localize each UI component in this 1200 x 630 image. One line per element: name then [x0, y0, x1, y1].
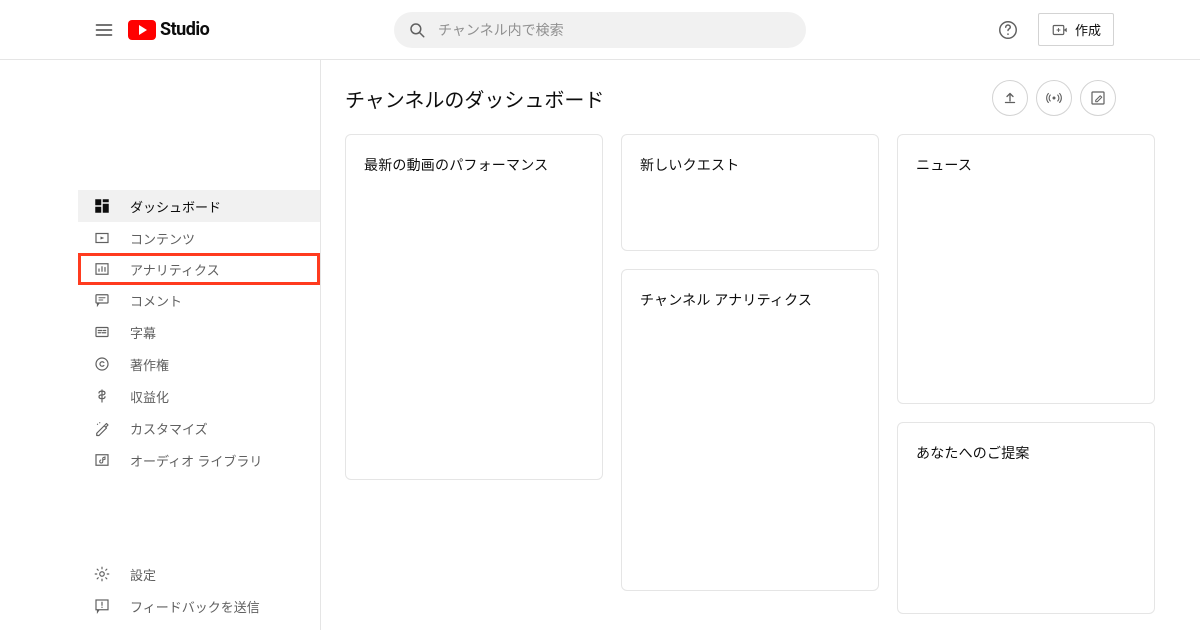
subtitles-icon	[92, 322, 112, 342]
main-content: チャンネルのダッシュボード 最新の動画のパフォーマンス	[321, 60, 1200, 630]
edit-icon	[1089, 89, 1107, 107]
upload-button[interactable]	[992, 80, 1028, 116]
card-suggestions: あなたへのご提案	[897, 422, 1155, 614]
search-container	[394, 12, 806, 48]
card-title: 新しいクエスト	[640, 155, 860, 175]
dashboard-icon	[92, 196, 112, 216]
sidebar-item-dashboard[interactable]: ダッシュボード	[78, 190, 320, 222]
sidebar-item-customize[interactable]: カスタマイズ	[78, 412, 320, 444]
header-actions: 作成	[990, 12, 1114, 48]
sidebar-item-feedback[interactable]: フィードバックを送信	[78, 590, 320, 622]
sidebar-item-label: フィードバックを送信	[130, 597, 260, 616]
body: ダッシュボード コンテンツ アナリティクス コメント 字幕 著作権 収益化 カ	[0, 60, 1200, 630]
page-title: チャンネルのダッシュボード	[345, 84, 604, 113]
main-header: チャンネルのダッシュボード	[345, 80, 1176, 116]
search-bar[interactable]	[394, 12, 806, 48]
help-icon	[997, 19, 1019, 41]
sidebar-item-analytics[interactable]: アナリティクス	[78, 253, 320, 285]
sidebar-item-label: 著作権	[130, 355, 169, 374]
youtube-play-icon	[128, 20, 156, 40]
header: Studio 作成	[0, 0, 1200, 60]
sidebar-item-comments[interactable]: コメント	[78, 284, 320, 316]
create-label: 作成	[1075, 20, 1101, 39]
sidebar-item-label: アナリティクス	[130, 260, 220, 279]
customize-icon	[92, 418, 112, 438]
card-news: ニュース	[897, 134, 1155, 404]
logo[interactable]: Studio	[128, 19, 209, 40]
sidebar-bottom: 設定 フィードバックを送信	[78, 558, 320, 622]
dashboard-cards: 最新の動画のパフォーマンス 新しいクエスト チャンネル アナリティクス ニュース…	[345, 134, 1176, 614]
sidebar-item-audio-library[interactable]: オーディオ ライブラリ	[78, 444, 320, 476]
sidebar-item-monetization[interactable]: 収益化	[78, 380, 320, 412]
create-video-icon	[1051, 21, 1069, 39]
card-new-quest: 新しいクエスト	[621, 134, 879, 251]
sidebar-item-label: 収益化	[130, 387, 169, 406]
card-latest-performance: 最新の動画のパフォーマンス	[345, 134, 603, 480]
audio-library-icon	[92, 450, 112, 470]
go-live-button[interactable]	[1036, 80, 1072, 116]
analytics-icon	[92, 259, 112, 279]
gear-icon	[92, 564, 112, 584]
card-title: ニュース	[916, 155, 1136, 175]
help-button[interactable]	[990, 12, 1026, 48]
menu-toggle-button[interactable]	[92, 18, 116, 42]
sidebar-item-copyright[interactable]: 著作権	[78, 348, 320, 380]
sidebar-item-label: 字幕	[130, 323, 156, 342]
comments-icon	[92, 290, 112, 310]
sidebar-item-settings[interactable]: 設定	[78, 558, 320, 590]
logo-text: Studio	[160, 19, 209, 40]
content-icon	[92, 228, 112, 248]
monetization-icon	[92, 386, 112, 406]
feedback-icon	[92, 596, 112, 616]
card-title: 最新の動画のパフォーマンス	[364, 155, 584, 175]
create-button[interactable]: 作成	[1038, 13, 1114, 46]
page-actions	[992, 80, 1116, 116]
sidebar-item-label: コメント	[130, 291, 182, 310]
card-channel-analytics: チャンネル アナリティクス	[621, 269, 879, 591]
sidebar-item-label: カスタマイズ	[130, 419, 208, 438]
copyright-icon	[92, 354, 112, 374]
sidebar-item-label: 設定	[130, 565, 156, 584]
sidebar-item-label: オーディオ ライブラリ	[130, 451, 262, 470]
upload-icon	[1001, 89, 1019, 107]
edit-button[interactable]	[1080, 80, 1116, 116]
hamburger-icon	[94, 20, 114, 40]
sidebar-item-label: コンテンツ	[130, 229, 195, 248]
card-title: あなたへのご提案	[916, 443, 1136, 463]
sidebar-item-subtitles[interactable]: 字幕	[78, 316, 320, 348]
sidebar-item-content[interactable]: コンテンツ	[78, 222, 320, 254]
live-icon	[1045, 89, 1063, 107]
search-icon	[408, 21, 426, 39]
search-input[interactable]	[438, 22, 792, 38]
sidebar-item-label: ダッシュボード	[130, 197, 221, 216]
card-title: チャンネル アナリティクス	[640, 290, 860, 310]
sidebar: ダッシュボード コンテンツ アナリティクス コメント 字幕 著作権 収益化 カ	[78, 60, 321, 630]
